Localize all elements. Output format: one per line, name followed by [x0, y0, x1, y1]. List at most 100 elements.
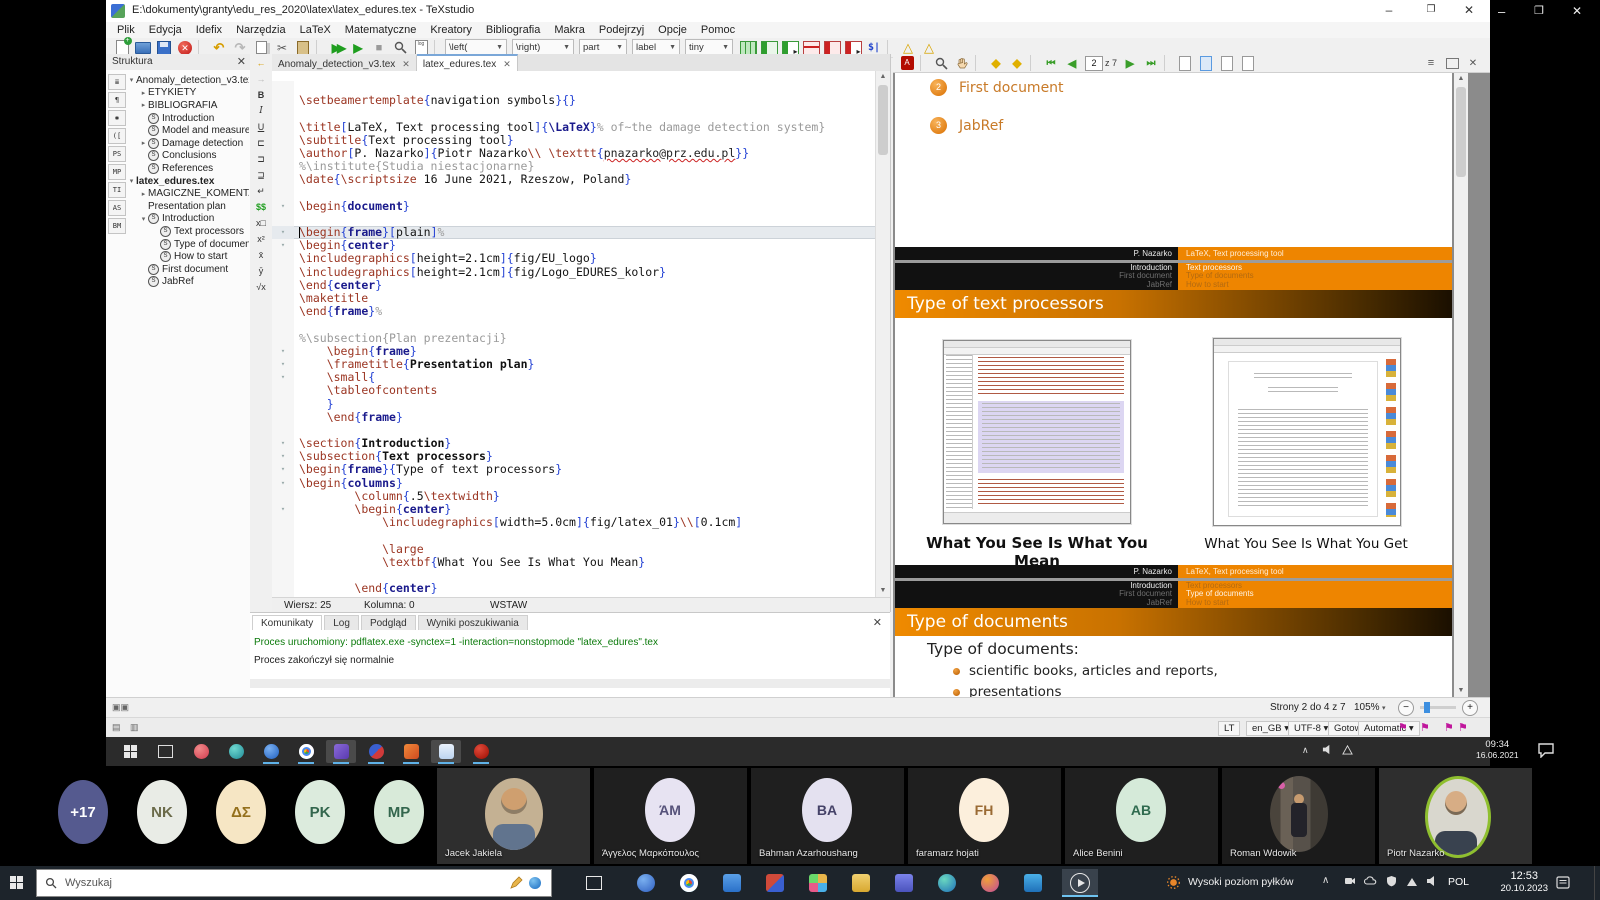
shared-app-acrobat-icon[interactable]: [466, 740, 496, 763]
tree-item-damage-detection[interactable]: ▸SDamage detection: [127, 137, 249, 150]
participant-tile-item[interactable]: ΆΜΆγγελος Μαρκόπουλος: [594, 768, 747, 864]
expand-icon[interactable]: ▸: [139, 101, 148, 109]
zoom-slider[interactable]: [1420, 706, 1456, 709]
participant-tile-alice-benini[interactable]: ABAlice Benini: [1065, 768, 1218, 864]
back-yellow-icon[interactable]: ◆: [986, 55, 1006, 72]
shared-app-texstudio-icon[interactable]: [431, 740, 461, 763]
shared-start-button[interactable]: [116, 740, 146, 763]
tree-item-anomaly-detection-v3-tex[interactable]: ▾Anomaly_detection_v3.tex: [127, 74, 249, 87]
shared-app-blue-red-icon[interactable]: [361, 740, 391, 763]
taskbar-photos-icon[interactable]: [800, 869, 836, 897]
shared-app-orange-grid-icon[interactable]: [396, 740, 426, 763]
format-line-break[interactable]: ↵: [252, 184, 270, 198]
scroll-thumb[interactable]: [878, 85, 888, 155]
collapse-icon[interactable]: ▾: [127, 177, 136, 185]
search-input[interactable]: Wyszukaj: [36, 869, 552, 897]
status-automatic[interactable]: Automatic ▾: [1358, 721, 1420, 736]
toc-item-jabref[interactable]: 3JabRef: [930, 117, 1003, 134]
structure-strip-button-5[interactable]: PS: [108, 146, 126, 162]
taskbar-edge-icon[interactable]: [929, 869, 965, 897]
fold-marker-icon[interactable]: ▾: [272, 477, 294, 490]
layout-page-active-icon[interactable]: [1196, 55, 1216, 72]
next-green-icon[interactable]: ▶: [1120, 55, 1140, 72]
taskbar-teams-purple-icon[interactable]: [886, 869, 922, 897]
task-view-icon[interactable]: [576, 869, 612, 897]
format-bold[interactable]: B: [252, 88, 270, 102]
tab-anomaly-detection-v3-tex[interactable]: Anomaly_detection_v3.tex✕: [272, 54, 417, 72]
pdf-scroll-thumb[interactable]: [1456, 87, 1466, 177]
taskbar-store-icon[interactable]: [757, 869, 793, 897]
hand-icon[interactable]: [952, 55, 972, 72]
participant-tile-jacek-jakiela[interactable]: Jacek Jakiela: [437, 768, 590, 864]
structure-close-icon[interactable]: ✕: [237, 55, 246, 68]
taskbar-explorer-icon[interactable]: [843, 869, 879, 897]
scroll-down-icon[interactable]: ▼: [876, 585, 890, 597]
tray-network-icon[interactable]: [1406, 875, 1418, 887]
layout-page-icon[interactable]: [1238, 55, 1258, 72]
bookmark-flag-icon-2[interactable]: ⚑: [1420, 721, 1430, 734]
structure-strip-button-1[interactable]: ≣: [108, 74, 126, 90]
shared-app-red-icon[interactable]: [186, 740, 216, 763]
code-line-26[interactable]: \end{frame}: [272, 411, 876, 424]
close-button[interactable]: ✕: [1454, 0, 1484, 21]
tab-close-icon[interactable]: ✕: [402, 59, 410, 70]
tree-item-jabref[interactable]: SJabRef: [127, 276, 249, 289]
structure-strip-button-7[interactable]: TI: [108, 182, 126, 198]
prev-green-icon[interactable]: ◀: [1062, 55, 1082, 72]
status-lt[interactable]: LT: [1218, 721, 1240, 736]
expand-icon[interactable]: ▸: [139, 89, 148, 97]
bookmark-flag-icon-3[interactable]: ⚑: [1444, 721, 1454, 734]
format-inline-math[interactable]: $$: [252, 200, 270, 214]
code-line-39[interactable]: \end{center}: [272, 582, 876, 595]
code-line-2[interactable]: \setbeamertemplate{navigation symbols}{}: [272, 94, 876, 107]
menu-kreatory[interactable]: Kreatory: [423, 24, 479, 36]
tree-item-first-document[interactable]: SFirst document: [127, 263, 249, 276]
taskbar-firefox-icon[interactable]: [972, 869, 1008, 897]
code-line-37[interactable]: \textbf{What You See Is What You Mean}: [272, 556, 876, 569]
tree-item-introduction[interactable]: SIntroduction: [127, 112, 249, 125]
shared-app-chrome-icon[interactable]: [291, 740, 321, 763]
shared-volume-icon[interactable]: [1322, 744, 1333, 755]
tree-item-model-and-measurem[interactable]: SModel and measurem...: [127, 124, 249, 137]
find-icon[interactable]: [931, 55, 951, 72]
fold-marker-icon[interactable]: ▾: [272, 437, 294, 450]
fold-marker-icon[interactable]: ▾: [272, 239, 294, 252]
shared-task-view-icon[interactable]: [150, 740, 180, 763]
menu-narz-dzia[interactable]: Narzędzia: [229, 24, 293, 36]
zoom-slider-handle[interactable]: [1424, 702, 1430, 713]
format-underline-math[interactable]: ȳ: [252, 264, 270, 278]
toc-item-first-document[interactable]: 2First document: [930, 79, 1064, 96]
structure-strip-button-3[interactable]: ✱: [108, 110, 126, 126]
structure-strip-button-4[interactable]: ([: [108, 128, 126, 144]
code-line-18[interactable]: \end{frame}%: [272, 305, 876, 318]
layout-page-icon[interactable]: [1217, 55, 1237, 72]
code-line-34[interactable]: \includegraphics[width=5.0cm]{fig/latex_…: [272, 516, 876, 529]
format-superscript[interactable]: x²: [252, 232, 270, 246]
messages-tab-wyniki-poszukiwania[interactable]: Wyniki poszukiwania: [418, 615, 528, 630]
tray-cloud-icon[interactable]: [1364, 875, 1377, 887]
float-window-icon[interactable]: [1442, 55, 1462, 72]
messages-close-icon[interactable]: ✕: [873, 616, 882, 629]
taskbar-teams-blue-icon[interactable]: [628, 869, 664, 897]
pdf-page-input[interactable]: 2: [1085, 56, 1103, 71]
outer-maximize-button[interactable]: ❐: [1534, 4, 1544, 17]
structure-strip-button-6[interactable]: MP: [108, 164, 126, 180]
pollen-sun-icon[interactable]: [1166, 875, 1181, 890]
tree-item-how-to-start[interactable]: SHow to start: [127, 250, 249, 263]
collapse-icon[interactable]: ▾: [139, 215, 148, 223]
tray-camera-icon[interactable]: [1344, 875, 1356, 887]
layout-page-icon[interactable]: [1175, 55, 1195, 72]
chat-bubble-icon[interactable]: [1537, 742, 1555, 758]
menu-makra[interactable]: Makra: [547, 24, 592, 36]
pdf-page-area[interactable]: 2First document3JabRefP. NazarkoLaTeX, T…: [895, 73, 1452, 697]
tree-item-presentation-plan[interactable]: Presentation plan: [127, 200, 249, 213]
menu-opcje[interactable]: Opcje: [651, 24, 694, 36]
page-icon-b[interactable]: ▥: [130, 722, 139, 733]
taskbar-mail-icon[interactable]: [714, 869, 750, 897]
taskbar-clock[interactable]: 12:53 20.10.2023: [1500, 869, 1548, 895]
burger-icon[interactable]: ≡: [1421, 55, 1441, 72]
forward-yellow-icon[interactable]: ◆: [1007, 55, 1027, 72]
participant-tile-piotr-nazarko[interactable]: Piotr Nazarko: [1379, 768, 1532, 864]
close-small-icon[interactable]: ✕: [1463, 55, 1483, 72]
taskbar-chrome-icon[interactable]: [671, 869, 707, 897]
